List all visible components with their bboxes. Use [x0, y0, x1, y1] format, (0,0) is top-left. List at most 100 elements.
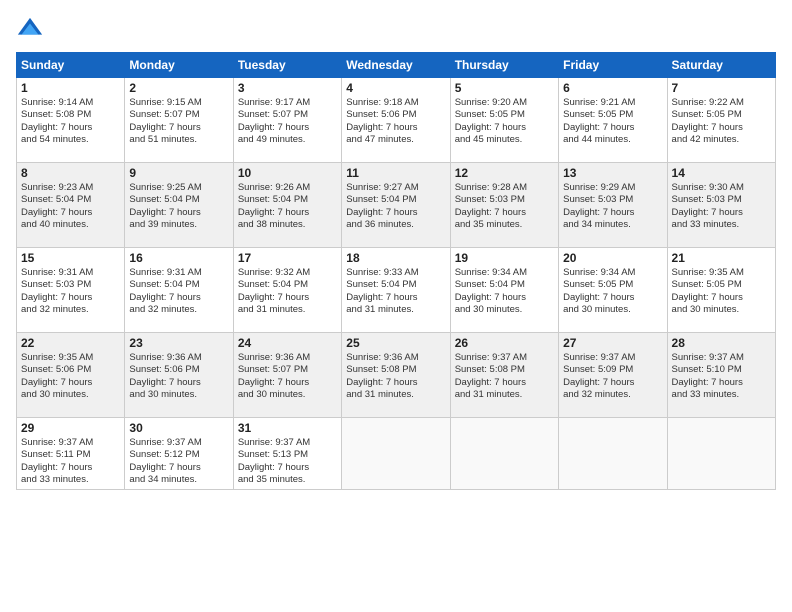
cell-content: Sunrise: 9:34 AMSunset: 5:05 PMDaylight:…	[563, 267, 662, 316]
cell-content: Sunrise: 9:37 AMSunset: 5:13 PMDaylight:…	[238, 437, 337, 486]
calendar-cell: 10Sunrise: 9:26 AMSunset: 5:04 PMDayligh…	[233, 163, 341, 248]
weekday-header-saturday: Saturday	[667, 53, 775, 78]
weekday-header-thursday: Thursday	[450, 53, 558, 78]
cell-content: Sunrise: 9:37 AMSunset: 5:08 PMDaylight:…	[455, 352, 554, 401]
weekday-header-monday: Monday	[125, 53, 233, 78]
calendar-cell: 5 Sunrise: 9:20 AMSunset: 5:05 PMDaylight…	[450, 78, 558, 163]
day-number: 11	[346, 166, 445, 180]
calendar-cell: 6 Sunrise: 9:21 AMSunset: 5:05 PMDaylight…	[559, 78, 667, 163]
calendar-cell: 31 Sunrise: 9:37 AMSunset: 5:13 PMDayligh…	[233, 418, 341, 490]
calendar-cell: 18 Sunrise: 9:33 AMSunset: 5:04 PMDayligh…	[342, 248, 450, 333]
cell-content: Sunrise: 9:37 AMSunset: 5:11 PMDaylight:…	[21, 437, 120, 486]
day-number: 29	[21, 421, 120, 435]
day-number: 20	[563, 251, 662, 265]
calendar-cell: 3 Sunrise: 9:17 AMSunset: 5:07 PMDaylight…	[233, 78, 341, 163]
day-number: 21	[672, 251, 771, 265]
cell-content: Sunrise: 9:33 AMSunset: 5:04 PMDaylight:…	[346, 267, 445, 316]
page: SundayMondayTuesdayWednesdayThursdayFrid…	[0, 0, 792, 612]
calendar-cell	[342, 418, 450, 490]
calendar-cell: 16 Sunrise: 9:31 AMSunset: 5:04 PMDayligh…	[125, 248, 233, 333]
day-number: 5	[455, 81, 554, 95]
cell-content: Sunrise: 9:30 AMSunset: 5:03 PMDaylight:…	[672, 182, 771, 231]
cell-content: Sunrise: 9:32 AMSunset: 5:04 PMDaylight:…	[238, 267, 337, 316]
calendar-cell: 21 Sunrise: 9:35 AMSunset: 5:05 PMDayligh…	[667, 248, 775, 333]
cell-content: Sunrise: 9:35 AMSunset: 5:06 PMDaylight:…	[21, 352, 120, 401]
cell-content: Sunrise: 9:20 AMSunset: 5:05 PMDaylight:…	[455, 97, 554, 146]
calendar-cell: 24 Sunrise: 9:36 AMSunset: 5:07 PMDayligh…	[233, 333, 341, 418]
cell-content: Sunrise: 9:34 AMSunset: 5:04 PMDaylight:…	[455, 267, 554, 316]
day-number: 10	[238, 166, 337, 180]
calendar-cell: 12Sunrise: 9:28 AMSunset: 5:03 PMDayligh…	[450, 163, 558, 248]
day-number: 2	[129, 81, 228, 95]
weekday-header-friday: Friday	[559, 53, 667, 78]
calendar-cell: 13 Sunrise: 9:29 AMSunset: 5:03 PMDayligh…	[559, 163, 667, 248]
cell-content: Sunrise: 9:35 AMSunset: 5:05 PMDaylight:…	[672, 267, 771, 316]
day-number: 25	[346, 336, 445, 350]
cell-content: Sunrise: 9:29 AMSunset: 5:03 PMDaylight:…	[563, 182, 662, 231]
calendar-cell: 20 Sunrise: 9:34 AMSunset: 5:05 PMDayligh…	[559, 248, 667, 333]
calendar-cell: 30 Sunrise: 9:37 AMSunset: 5:12 PMDayligh…	[125, 418, 233, 490]
cell-content: Sunrise: 9:37 AMSunset: 5:12 PMDaylight:…	[129, 437, 228, 486]
calendar-cell: 22 Sunrise: 9:35 AMSunset: 5:06 PMDayligh…	[17, 333, 125, 418]
day-number: 14	[672, 166, 771, 180]
calendar-week-row: 1Sunrise: 9:14 AMSunset: 5:08 PMDaylight…	[17, 78, 776, 163]
logo	[16, 16, 48, 44]
day-number: 22	[21, 336, 120, 350]
day-number: 19	[455, 251, 554, 265]
day-number: 13	[563, 166, 662, 180]
day-number: 17	[238, 251, 337, 265]
day-number: 7	[672, 81, 771, 95]
calendar-cell: 7 Sunrise: 9:22 AMSunset: 5:05 PMDaylight…	[667, 78, 775, 163]
day-number: 23	[129, 336, 228, 350]
calendar-week-row: 29 Sunrise: 9:37 AMSunset: 5:11 PMDayligh…	[17, 418, 776, 490]
calendar-week-row: 8 Sunrise: 9:23 AMSunset: 5:04 PMDaylight…	[17, 163, 776, 248]
cell-content: Sunrise: 9:22 AMSunset: 5:05 PMDaylight:…	[672, 97, 771, 146]
day-number: 6	[563, 81, 662, 95]
calendar-cell: 25Sunrise: 9:36 AMSunset: 5:08 PMDayligh…	[342, 333, 450, 418]
weekday-header-wednesday: Wednesday	[342, 53, 450, 78]
day-number: 8	[21, 166, 120, 180]
cell-content: Sunrise: 9:21 AMSunset: 5:05 PMDaylight:…	[563, 97, 662, 146]
cell-content: Sunrise: 9:27 AMSunset: 5:04 PMDaylight:…	[346, 182, 445, 231]
calendar-cell: 11 Sunrise: 9:27 AMSunset: 5:04 PMDayligh…	[342, 163, 450, 248]
day-number: 18	[346, 251, 445, 265]
cell-content: Sunrise: 9:36 AMSunset: 5:06 PMDaylight:…	[129, 352, 228, 401]
day-number: 3	[238, 81, 337, 95]
cell-content: Sunrise: 9:25 AMSunset: 5:04 PMDaylight:…	[129, 182, 228, 231]
calendar-cell: 19 Sunrise: 9:34 AMSunset: 5:04 PMDayligh…	[450, 248, 558, 333]
cell-content: Sunrise: 9:18 AMSunset: 5:06 PMDaylight:…	[346, 97, 445, 146]
calendar-cell: 4 Sunrise: 9:18 AMSunset: 5:06 PMDaylight…	[342, 78, 450, 163]
calendar-cell: 29 Sunrise: 9:37 AMSunset: 5:11 PMDayligh…	[17, 418, 125, 490]
calendar-cell	[667, 418, 775, 490]
day-number: 26	[455, 336, 554, 350]
calendar-cell: 14 Sunrise: 9:30 AMSunset: 5:03 PMDayligh…	[667, 163, 775, 248]
calendar-cell: 23 Sunrise: 9:36 AMSunset: 5:06 PMDayligh…	[125, 333, 233, 418]
calendar-cell: 9Sunrise: 9:25 AMSunset: 5:04 PMDaylight…	[125, 163, 233, 248]
weekday-header-row: SundayMondayTuesdayWednesdayThursdayFrid…	[17, 53, 776, 78]
cell-content: Sunrise: 9:31 AMSunset: 5:03 PMDaylight:…	[21, 267, 120, 316]
calendar-week-row: 22 Sunrise: 9:35 AMSunset: 5:06 PMDayligh…	[17, 333, 776, 418]
cell-content: Sunrise: 9:37 AMSunset: 5:09 PMDaylight:…	[563, 352, 662, 401]
weekday-header-sunday: Sunday	[17, 53, 125, 78]
cell-content: Sunrise: 9:15 AMSunset: 5:07 PMDaylight:…	[129, 97, 228, 146]
calendar-cell: 15 Sunrise: 9:31 AMSunset: 5:03 PMDayligh…	[17, 248, 125, 333]
calendar-cell: 1Sunrise: 9:14 AMSunset: 5:08 PMDaylight…	[17, 78, 125, 163]
day-number: 4	[346, 81, 445, 95]
cell-content: Sunrise: 9:36 AMSunset: 5:07 PMDaylight:…	[238, 352, 337, 401]
day-number: 24	[238, 336, 337, 350]
day-number: 28	[672, 336, 771, 350]
cell-content: Sunrise: 9:28 AMSunset: 5:03 PMDaylight:…	[455, 182, 554, 231]
calendar-cell: 2 Sunrise: 9:15 AMSunset: 5:07 PMDaylight…	[125, 78, 233, 163]
calendar-cell: 8 Sunrise: 9:23 AMSunset: 5:04 PMDaylight…	[17, 163, 125, 248]
day-number: 16	[129, 251, 228, 265]
cell-content: Sunrise: 9:17 AMSunset: 5:07 PMDaylight:…	[238, 97, 337, 146]
day-number: 15	[21, 251, 120, 265]
day-number: 31	[238, 421, 337, 435]
cell-content: Sunrise: 9:23 AMSunset: 5:04 PMDaylight:…	[21, 182, 120, 231]
day-number: 30	[129, 421, 228, 435]
cell-content: Sunrise: 9:31 AMSunset: 5:04 PMDaylight:…	[129, 267, 228, 316]
calendar-cell	[450, 418, 558, 490]
calendar-week-row: 15 Sunrise: 9:31 AMSunset: 5:03 PMDayligh…	[17, 248, 776, 333]
weekday-header-tuesday: Tuesday	[233, 53, 341, 78]
cell-content: Sunrise: 9:14 AMSunset: 5:08 PMDaylight:…	[21, 97, 120, 146]
